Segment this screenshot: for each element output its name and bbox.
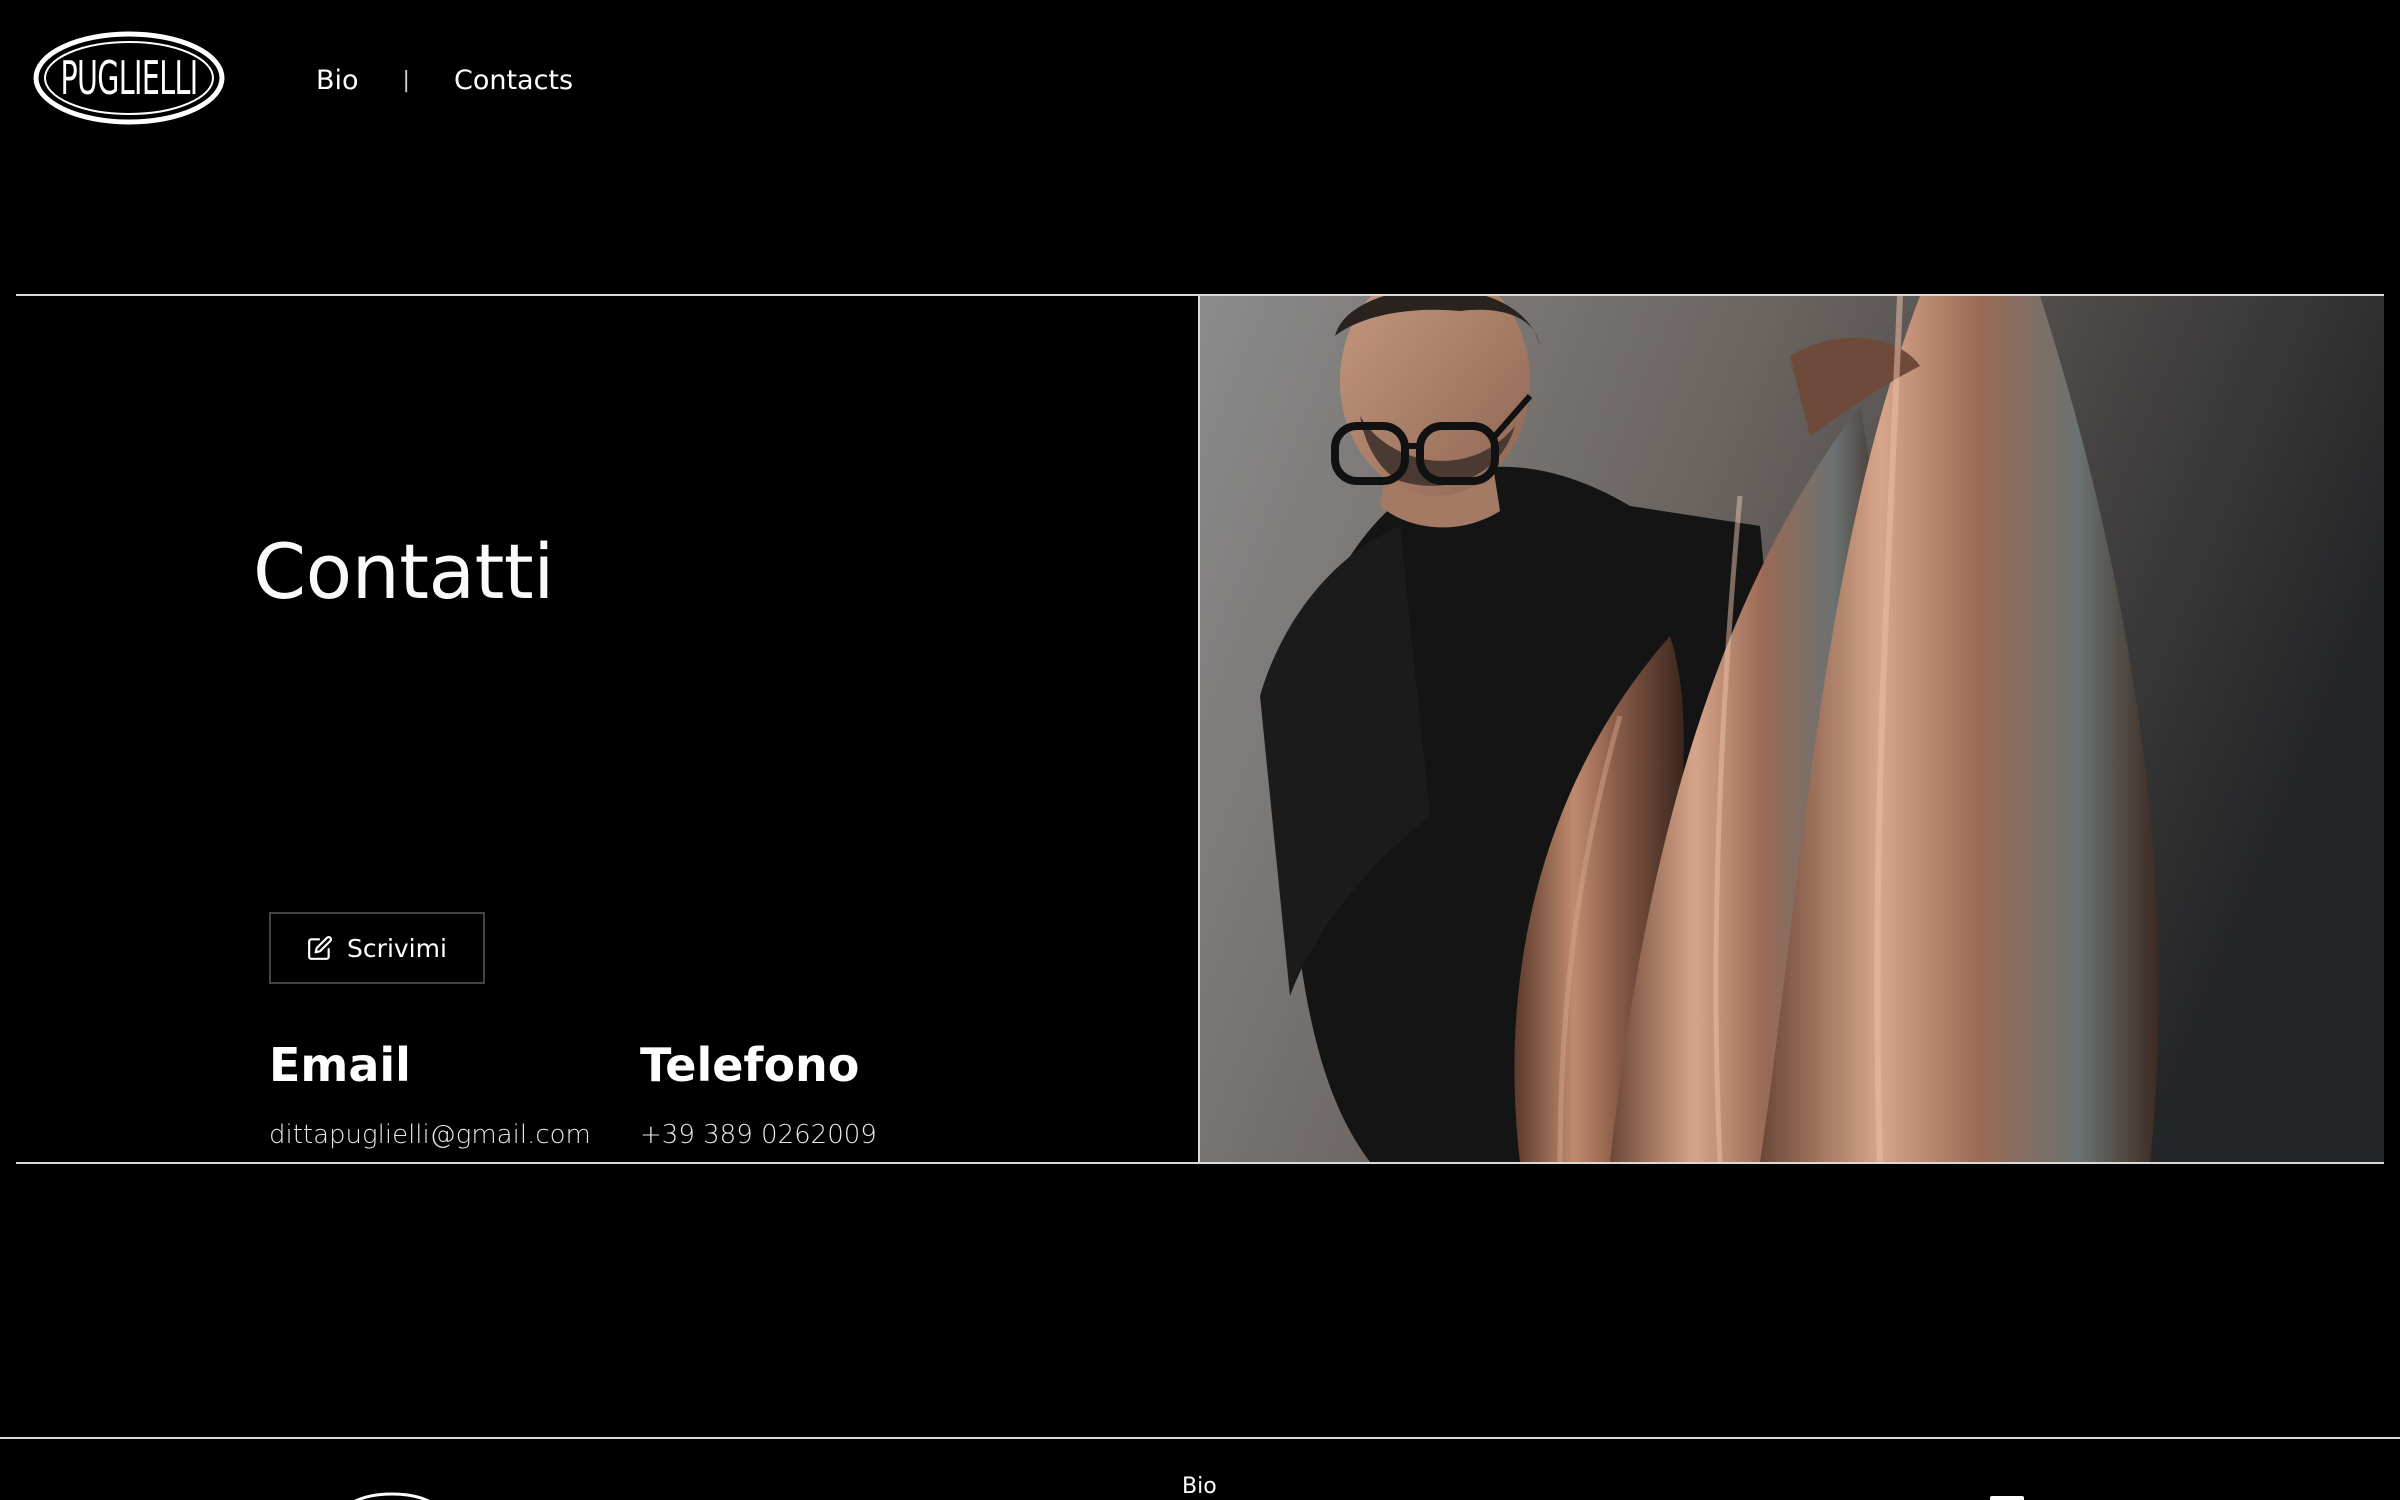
page-title: Contatti bbox=[253, 527, 554, 616]
phone-value[interactable]: +39 389 0262009 bbox=[640, 1120, 877, 1150]
nav-link-contacts[interactable]: Contacts bbox=[454, 65, 573, 96]
contact-content: Contatti Scrivimi Email dittapuglielli@g… bbox=[253, 527, 1153, 1151]
social-icon[interactable] bbox=[1990, 1496, 2024, 1500]
write-me-button[interactable]: Scrivimi bbox=[269, 912, 485, 984]
brand-logo[interactable]: PUGLIELLI bbox=[32, 30, 226, 126]
nav-separator: | bbox=[402, 67, 410, 93]
footer-logo[interactable] bbox=[342, 1490, 442, 1500]
footer-divider bbox=[0, 1437, 2400, 1439]
photo-illustration bbox=[1200, 296, 2384, 1162]
page: PUGLIELLI Bio | Contacts Contatti Scrivi… bbox=[0, 0, 2400, 1500]
artist-photo bbox=[1200, 296, 2384, 1162]
write-me-label: Scrivimi bbox=[347, 933, 447, 963]
phone-block: Telefono +39 389 0262009 bbox=[640, 1042, 877, 1150]
email-block: Email dittapuglielli@gmail.com bbox=[269, 1042, 591, 1150]
main-nav: Bio | Contacts bbox=[316, 60, 573, 100]
phone-heading: Telefono bbox=[640, 1038, 860, 1092]
email-heading: Email bbox=[269, 1038, 411, 1092]
email-value[interactable]: dittapuglielli@gmail.com bbox=[269, 1120, 591, 1150]
footer-link-bio[interactable]: Bio bbox=[1182, 1474, 1217, 1499]
contact-section: Contatti Scrivimi Email dittapuglielli@g… bbox=[16, 294, 2384, 1164]
logo-text: PUGLIELLI bbox=[60, 51, 198, 105]
site-header: PUGLIELLI Bio | Contacts bbox=[0, 0, 2400, 160]
footer-logo-oval-icon bbox=[354, 1492, 430, 1500]
edit-icon bbox=[307, 935, 333, 961]
nav-link-bio[interactable]: Bio bbox=[316, 65, 359, 96]
